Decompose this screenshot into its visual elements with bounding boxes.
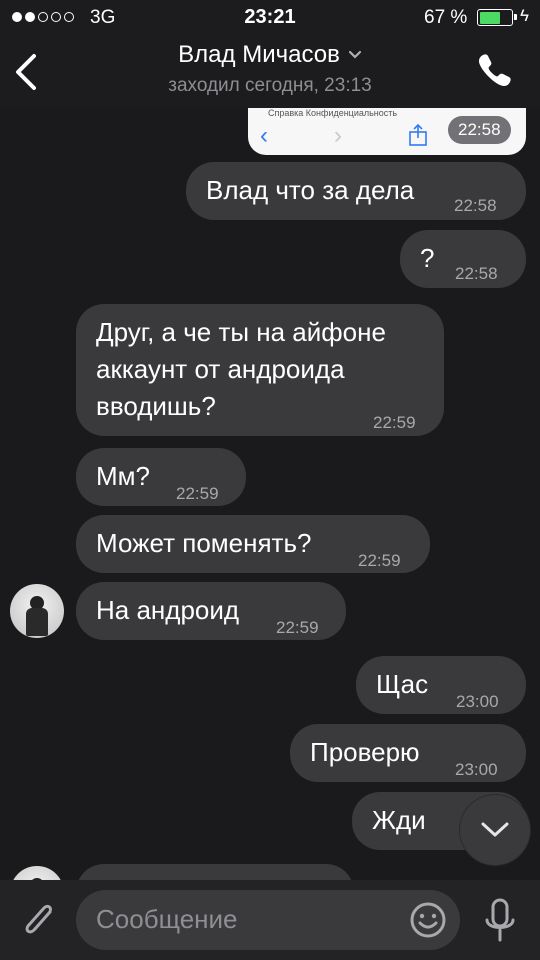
message-text: Жди bbox=[372, 805, 426, 835]
battery-icon bbox=[477, 9, 517, 26]
message-time: 22:59 bbox=[358, 551, 401, 570]
message-bubble-outgoing[interactable]: ? 22:58 bbox=[400, 230, 526, 288]
message-text-line: вводишь? bbox=[96, 391, 216, 421]
message-text-line: аккаунт от андроида bbox=[96, 354, 345, 384]
message-time: 22:58 bbox=[455, 264, 498, 283]
message-bubble-outgoing[interactable]: Щас 23:00 bbox=[356, 656, 526, 714]
browser-back-icon: ‹ bbox=[260, 122, 268, 149]
battery-percent: 67 % bbox=[424, 7, 468, 28]
message-bubble-outgoing[interactable]: Проверю 23:00 bbox=[290, 724, 526, 782]
message-text: Мм? bbox=[96, 461, 150, 491]
message-bubble-outgoing[interactable]: Влад что за дела 22:58 bbox=[186, 162, 526, 220]
message-text-line: Друг, а че ты на айфоне bbox=[96, 317, 386, 347]
message-time: 22:59 bbox=[176, 484, 219, 503]
message-input[interactable]: Сообщение bbox=[76, 890, 460, 950]
contact-title-area[interactable]: Влад Мичасов заходил сегодня, 23:13 bbox=[0, 41, 540, 97]
charging-icon: ϟ bbox=[520, 6, 529, 25]
message-text: На андроид bbox=[96, 595, 240, 625]
message-text: Влад что за дела bbox=[206, 175, 415, 205]
smile-icon[interactable] bbox=[408, 900, 448, 940]
chevron-down-icon bbox=[481, 822, 509, 837]
message-time: 22:58 bbox=[454, 196, 497, 215]
message-composer: Сообщение bbox=[0, 880, 540, 960]
share-icon bbox=[409, 124, 427, 146]
message-bubble-incoming[interactable]: На андроид 22:59 bbox=[76, 582, 346, 640]
message-bubble-incoming[interactable] bbox=[76, 864, 354, 880]
paperclip-icon[interactable] bbox=[20, 898, 60, 942]
message-time: 23:00 bbox=[455, 760, 498, 779]
microphone-icon[interactable] bbox=[482, 898, 518, 944]
message-bubble-incoming[interactable]: Друг, а че ты на айфоне аккаунт от андро… bbox=[76, 304, 444, 436]
screenshot-menu-text: Справка Конфиденциальность bbox=[268, 108, 398, 118]
contact-avatar[interactable] bbox=[10, 584, 64, 638]
message-time: 23:00 bbox=[456, 692, 499, 711]
browser-forward-icon: › bbox=[334, 122, 342, 149]
last-seen-status: заходил сегодня, 23:13 bbox=[168, 75, 372, 96]
message-time: 22:58 bbox=[448, 116, 511, 144]
screenshot-attachment[interactable]: Справка Конфиденциальность ‹ › 22:58 bbox=[248, 108, 526, 155]
scroll-to-bottom-button[interactable] bbox=[460, 795, 530, 865]
phone-icon[interactable] bbox=[474, 50, 514, 90]
chat-header: Влад Мичасов заходил сегодня, 23:13 bbox=[0, 36, 540, 108]
message-text: Может поменять? bbox=[96, 528, 312, 558]
message-input-placeholder: Сообщение bbox=[96, 904, 238, 934]
chevron-down-icon[interactable] bbox=[348, 50, 362, 60]
message-bubble-incoming[interactable]: Может поменять? 22:59 bbox=[76, 515, 430, 573]
contact-avatar[interactable] bbox=[10, 866, 64, 880]
message-list[interactable]: Справка Конфиденциальность ‹ › 22:58 Вла… bbox=[0, 108, 540, 880]
message-bubble-incoming[interactable]: Мм? 22:59 bbox=[76, 448, 246, 506]
message-text: ? bbox=[420, 243, 435, 273]
message-text: Проверю bbox=[310, 737, 420, 767]
message-text: Щас bbox=[376, 669, 429, 699]
contact-name[interactable]: Влад Мичасов bbox=[178, 41, 340, 69]
status-bar: 3G 23:21 67 % ϟ bbox=[0, 0, 540, 36]
message-time: 22:59 bbox=[373, 413, 416, 432]
message-time: 22:59 bbox=[276, 618, 319, 637]
